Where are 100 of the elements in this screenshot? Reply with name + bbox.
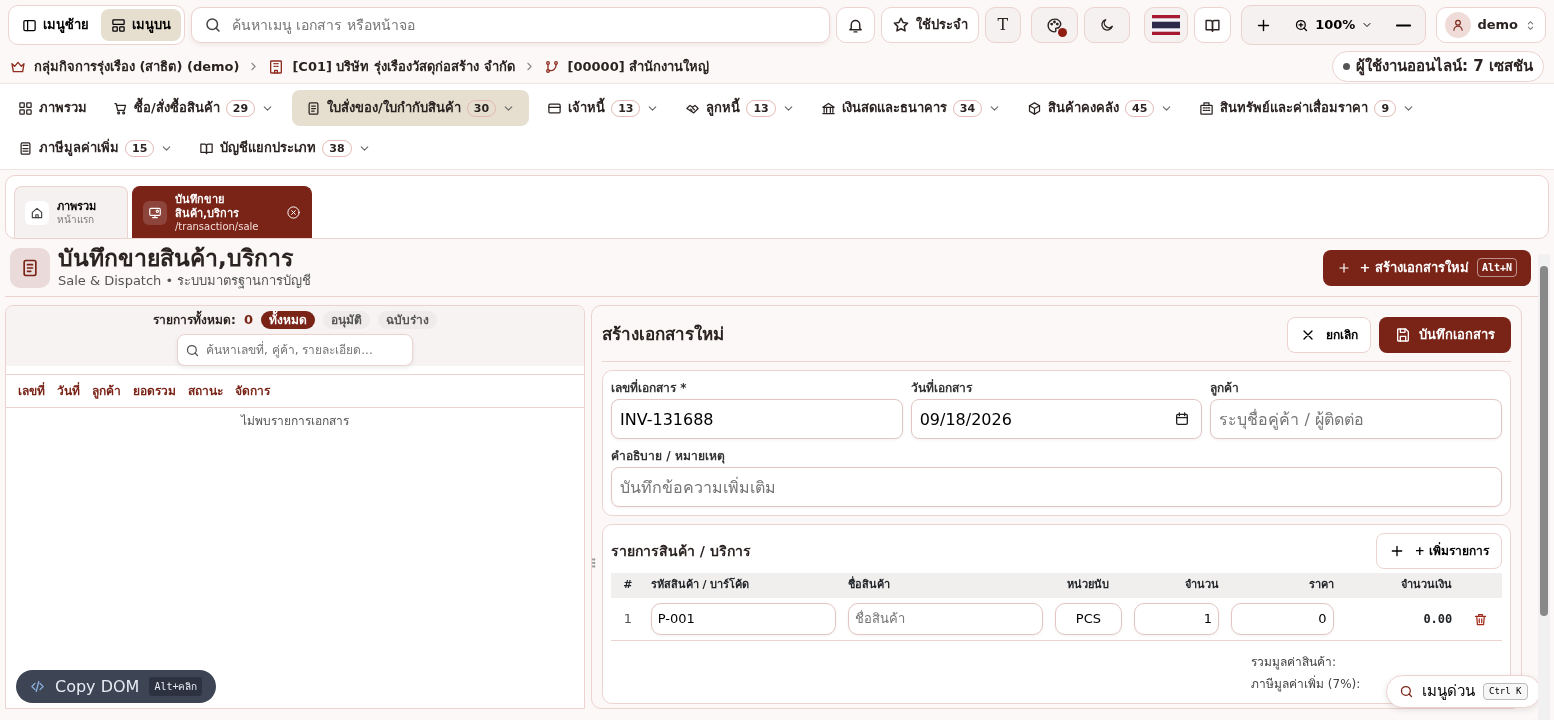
favorites-button[interactable]: ใช้ประจำ [880,7,979,43]
text-field[interactable]: INV-131688 [611,399,903,439]
form-title: สร้างเอกสารใหม่ [602,322,724,346]
empty-message: ไม่พบรายการเอกสาร [241,414,349,428]
field-label: วันที่เอกสาร [910,379,974,397]
notification-button[interactable] [835,7,875,43]
text-field[interactable]: ระบุชื่อคู่ค้า / ผู้ติดต่อ [1210,399,1502,439]
language-button[interactable] [1144,7,1189,43]
menu-item[interactable]: เจ้าหนี้ 13 [539,90,668,126]
menu-item[interactable]: ภาพรวม [10,90,95,126]
moon-icon [1099,17,1116,33]
unit-field[interactable]: PCS [1054,602,1122,635]
shortcut-hint: Ctrl K [1483,682,1528,701]
menu-item[interactable]: บัญชีแยกประเภท 38 [191,130,379,166]
building-icon [268,58,285,75]
page-tab[interactable]: บันทึกขายสินค้า,บริการ /transaction/sale [132,186,312,238]
online-status-badge: ผู้ใช้งานออนไลน์: 7 เซสชัน [1332,51,1544,82]
trash-icon [1472,611,1488,627]
column-header: จำนวน [1185,578,1220,591]
column-header: จัดการ [235,383,270,400]
amount-cell: 0.00 [1423,611,1453,626]
name-field[interactable]: ชื่อสินค้า [847,602,1043,635]
code-icon [30,679,45,694]
user-icon [1451,18,1466,32]
menu-item[interactable]: ใบสั่งของ/ใบกำกับสินค้า 30 [292,90,530,126]
shortcut-hint: Alt+คลิก [149,677,203,696]
filter-chip[interactable]: ทั้งหมด [260,310,315,329]
branch-icon [543,58,560,75]
text-field[interactable]: บันทึกข้อความเพิ่มเติม [611,467,1502,507]
open-book-icon [199,140,215,156]
menu-mode-button[interactable]: เมนูบน [101,9,181,41]
summary-label: ภาษีมูลค่าเพิ่ม (7%): [1251,676,1361,691]
minus-icon [1395,23,1413,27]
grid-icon [18,100,33,116]
column-header: รหัสสินค้า / บาร์โค้ด [650,578,750,591]
monitor-icon [148,205,162,220]
quick-menu-button[interactable]: เมนูด่วน Ctrl K [1386,675,1541,708]
shortcut-hint: Alt+N [1476,258,1517,277]
credit-card-icon [547,100,563,116]
palette-icon [1046,16,1064,34]
zoom-in-icon [1294,17,1310,33]
row-number: 1 [623,610,632,626]
scrollbar[interactable] [1538,254,1550,720]
breadcrumb-link[interactable]: [00000] สำนักงานใหญ่ [543,56,710,77]
field-label: คำอธิบาย / หมายเหตุ [611,448,726,465]
column-header: เลขที่ [18,382,45,400]
menu-item[interactable]: ภาษีมูลค่าเพิ่ม 15 [10,130,182,166]
calculator-icon [18,140,33,156]
document-icon [20,257,40,278]
thai-flag-icon [1152,15,1181,35]
bank-icon [820,100,836,116]
total-label: รายการทั้งหมด: [153,310,236,329]
menu-mode-button[interactable]: เมนูซ้าย [12,9,99,41]
dark-mode-button[interactable] [1084,7,1131,43]
font-button[interactable]: T [984,7,1022,43]
filter-chip[interactable]: อนุมัติ [322,310,370,329]
save-icon [1395,326,1411,343]
date-field[interactable]: 09/18/2026 [910,399,1203,439]
field-label: ลูกค้า [1210,380,1241,397]
search-icon [1399,684,1414,699]
column-header: # [623,578,633,591]
close-icon [286,205,301,220]
copy-dom-button[interactable]: Copy DOM Alt+คลิก [16,670,217,703]
user-menu-button[interactable]: demo [1436,7,1546,43]
manual-button[interactable] [1194,7,1232,43]
menu-item[interactable]: สินทรัพย์และค่าเสื่อมราคา 9 [1191,90,1424,126]
breadcrumb-link[interactable]: กลุ่มกิจการรุ่งเรือง (สาธิต) (demo) [10,56,240,77]
cancel-button[interactable]: ยกเลิก [1287,316,1371,353]
cart-icon [113,100,128,116]
create-document-button[interactable]: + สร้างเอกสารใหม่ Alt+N [1323,249,1531,286]
breadcrumb-link[interactable]: [C01] บริษัท รุ่งเรืองวัสดุก่อสร้าง จำกัด [268,56,515,77]
theme-color-button[interactable] [1031,7,1079,43]
column-header: ลูกค้า [92,383,121,400]
status-dot-icon [1058,28,1068,37]
quantity-field[interactable]: 1 [1134,602,1220,635]
column-header: จำนวนเงิน [1401,578,1453,591]
search-field[interactable]: ค้นหาเมนู เอกสาร หรือหน้าจอ [191,7,830,43]
save-button[interactable]: บันทึกเอกสาร [1379,316,1511,353]
page-title: บันทึกขายสินค้า,บริการ [58,244,294,271]
total-count: 0 [243,311,253,329]
zoom-level-dropdown[interactable]: 100% [1284,9,1384,41]
menu-item[interactable]: ซื้อ/สั่งซื้อสินค้า 29 [105,90,283,126]
code-field[interactable]: P-001 [650,602,836,635]
page-tab[interactable]: ภาพรวม หน้าแรก [14,186,128,238]
star-icon [891,16,910,34]
layout-icon [111,17,126,33]
home-icon [30,205,44,220]
filter-chip[interactable]: ฉบับร่าง [377,310,437,329]
price-field[interactable]: 0 [1231,602,1334,635]
column-header: ราคา [1308,578,1334,591]
summary-label: รวมมูลค่าสินค้า: [1251,654,1337,669]
search-field[interactable]: ค้นหาเลขที่, คู่ค้า, รายละเอียด... [177,333,413,366]
column-header: วันที่ [57,382,80,400]
menu-item[interactable]: สินค้าคงคลัง 45 [1019,90,1182,126]
calendar-icon [1174,411,1191,427]
page-subtitle: Sale & Dispatch • ระบบมาตรฐานการบัญชี [58,272,312,288]
menu-item[interactable]: เงินสดและธนาคาร 34 [812,90,1010,126]
column-header: ชื่อสินค้า [847,578,890,591]
menu-item[interactable]: ลูกหนี้ 13 [677,90,803,126]
add-item-button[interactable]: + เพิ่มรายการ [1375,533,1502,569]
